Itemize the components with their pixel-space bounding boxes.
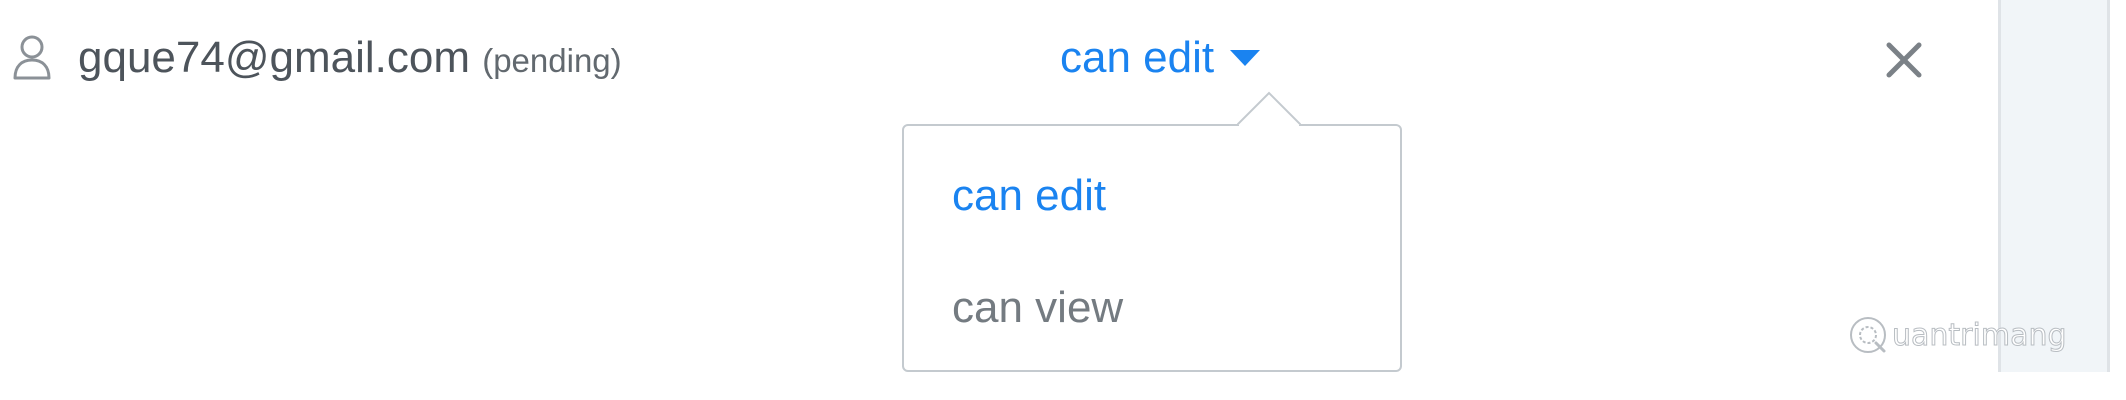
side-panel-bottom — [1998, 372, 2126, 400]
caret-down-icon — [1230, 50, 1261, 66]
permission-label: can edit — [1060, 33, 1215, 82]
collaborator-row: gque74@gmail.com (pending) can edit — [0, 20, 1990, 104]
permission-dropdown-toggle[interactable]: can edit — [1060, 32, 1261, 84]
share-dialog: gque74@gmail.com (pending) can edit can … — [0, 0, 2126, 400]
menu-item-can-view[interactable]: can view — [952, 282, 1123, 334]
menu-pointer — [1237, 91, 1301, 127]
menu-item-can-edit[interactable]: can edit — [952, 170, 1106, 222]
watermark-logo-icon — [1850, 317, 1886, 353]
watermark-text: uantrimang — [1892, 317, 2068, 353]
remove-collaborator-button[interactable] — [1884, 40, 1924, 80]
pending-status: (pending) — [482, 42, 622, 79]
user-icon — [13, 35, 51, 80]
close-icon — [1886, 42, 1922, 78]
watermark: uantrimang — [1848, 310, 2067, 360]
permission-menu: can edit can view — [902, 124, 1402, 372]
collaborator-email: gque74@gmail.com (pending) — [78, 32, 622, 87]
email-text: gque74@gmail.com — [78, 33, 470, 82]
